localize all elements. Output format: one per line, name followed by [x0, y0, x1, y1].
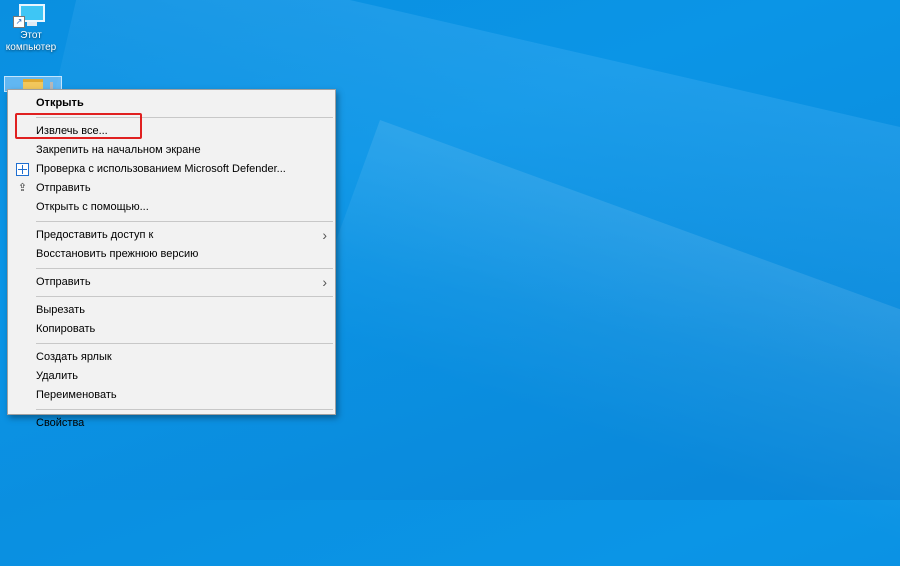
menu-item-delete[interactable]: Удалить — [8, 367, 335, 386]
menu-item-rename[interactable]: Переименовать — [8, 386, 335, 405]
menu-separator — [36, 117, 333, 118]
menu-separator — [36, 221, 333, 222]
desktop-icon-label: Этот компьютер — [5, 30, 57, 53]
shield-scan-icon — [16, 163, 29, 176]
context-menu: Открыть Извлечь все... Закрепить на нача… — [7, 89, 336, 429]
chevron-right-icon: › — [322, 274, 327, 290]
menu-item-cut[interactable]: Вырезать — [8, 301, 335, 320]
menu-item-share[interactable]: ⇪ Отправить — [8, 179, 335, 198]
computer-icon: ↗ — [13, 4, 49, 28]
menu-separator — [36, 296, 333, 297]
chevron-right-icon: › — [322, 227, 327, 243]
menu-item-extract-all[interactable]: Извлечь все... — [8, 122, 335, 141]
menu-item-give-access[interactable]: Предоставить доступ к › — [8, 226, 335, 245]
menu-item-open-with[interactable]: Открыть с помощью... — [8, 198, 335, 217]
desktop-icon-this-pc[interactable]: ↗ Этот компьютер — [2, 0, 60, 54]
menu-separator — [36, 268, 333, 269]
menu-separator — [36, 343, 333, 344]
menu-item-defender-scan[interactable]: Проверка с использованием Microsoft Defe… — [8, 160, 335, 179]
menu-item-pin-start[interactable]: Закрепить на начальном экране — [8, 141, 335, 160]
menu-item-properties[interactable]: Свойства — [8, 414, 335, 433]
share-icon: ⇪ — [17, 182, 28, 194]
menu-item-open[interactable]: Открыть — [8, 94, 335, 113]
menu-item-create-shortcut[interactable]: Создать ярлык — [8, 348, 335, 367]
menu-item-copy[interactable]: Копировать — [8, 320, 335, 339]
menu-item-send-to[interactable]: Отправить › — [8, 273, 335, 292]
menu-item-restore-previous[interactable]: Восстановить прежнюю версию — [8, 245, 335, 264]
menu-separator — [36, 409, 333, 410]
shortcut-arrow-icon: ↗ — [13, 16, 25, 28]
